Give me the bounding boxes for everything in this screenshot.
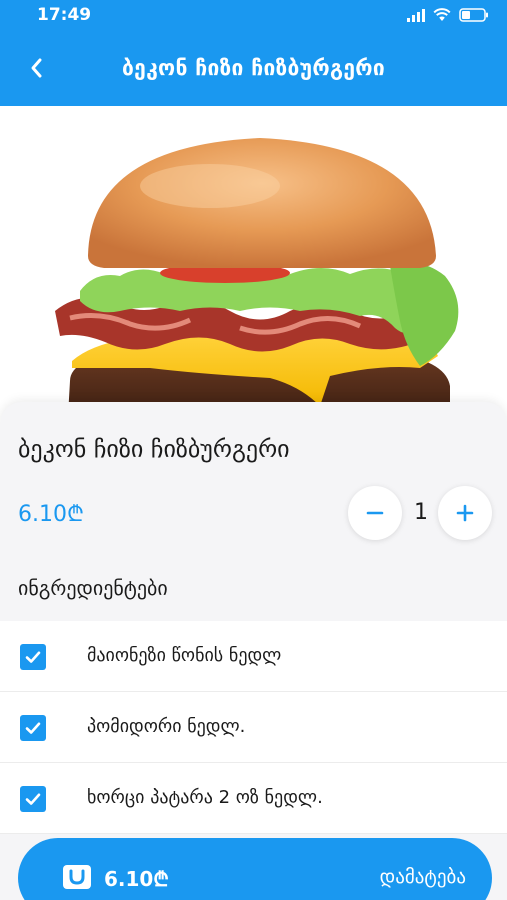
nav-bar: ბეკონ ჩიზი ჩიზბურგერი xyxy=(0,30,507,106)
ingredient-checkbox[interactable] xyxy=(20,715,46,741)
wifi-icon xyxy=(433,8,451,22)
status-icons xyxy=(407,8,489,22)
quantity-value: 1 xyxy=(414,500,428,525)
battery-icon xyxy=(459,8,489,22)
ingredient-item[interactable]: ხორცი პატარა 2 ოზ ნედლ. xyxy=(0,763,507,834)
decrease-quantity-button[interactable] xyxy=(348,486,402,540)
ingredient-label: ხორცი პატარა 2 ოზ ნედლ. xyxy=(87,787,323,808)
basket-icon xyxy=(63,865,91,889)
status-time: 17:49 xyxy=(37,5,92,25)
product-price: 6.10₾ xyxy=(18,502,84,527)
ingredient-checkbox[interactable] xyxy=(20,786,46,812)
plus-icon xyxy=(456,504,474,522)
add-to-cart-button[interactable]: 6.10₾ დამატება xyxy=(18,838,492,900)
ingredient-label: პომიდორი ნედლ. xyxy=(87,716,246,737)
cart-total-price: 6.10₾ xyxy=(104,867,169,891)
increase-quantity-button[interactable] xyxy=(438,486,492,540)
checkmark-icon xyxy=(25,722,41,734)
product-name: ბეკონ ჩიზი ჩიზბურგერი xyxy=(18,435,290,463)
add-button-label: დამატება xyxy=(379,866,466,888)
ingredient-item[interactable]: მაიონეზი წონის ნედლ xyxy=(0,621,507,692)
chevron-left-icon xyxy=(31,58,42,78)
ingredient-item[interactable]: პომიდორი ნედლ. xyxy=(0,692,507,763)
ingredients-title: ინგრედიენტები xyxy=(18,576,168,600)
product-sheet: ბეკონ ჩიზი ჩიზბურგერი 6.10₾ 1 ინგრედიენტ… xyxy=(0,402,507,900)
checkmark-icon xyxy=(25,651,41,663)
signal-icon xyxy=(407,9,425,22)
ingredient-checkbox[interactable] xyxy=(20,644,46,670)
page-title: ბეკონ ჩიზი ჩიზბურგერი xyxy=(122,56,385,80)
ingredients-list: მაიონეზი წონის ნედლ პომიდორი ნედლ. ხორცი… xyxy=(0,621,507,834)
checkmark-icon xyxy=(25,793,41,805)
back-button[interactable] xyxy=(18,50,54,86)
minus-icon xyxy=(366,511,384,515)
ingredient-label: მაიონეზი წონის ნედლ xyxy=(87,645,282,666)
status-bar: 17:49 xyxy=(0,0,507,30)
product-image xyxy=(0,106,507,416)
